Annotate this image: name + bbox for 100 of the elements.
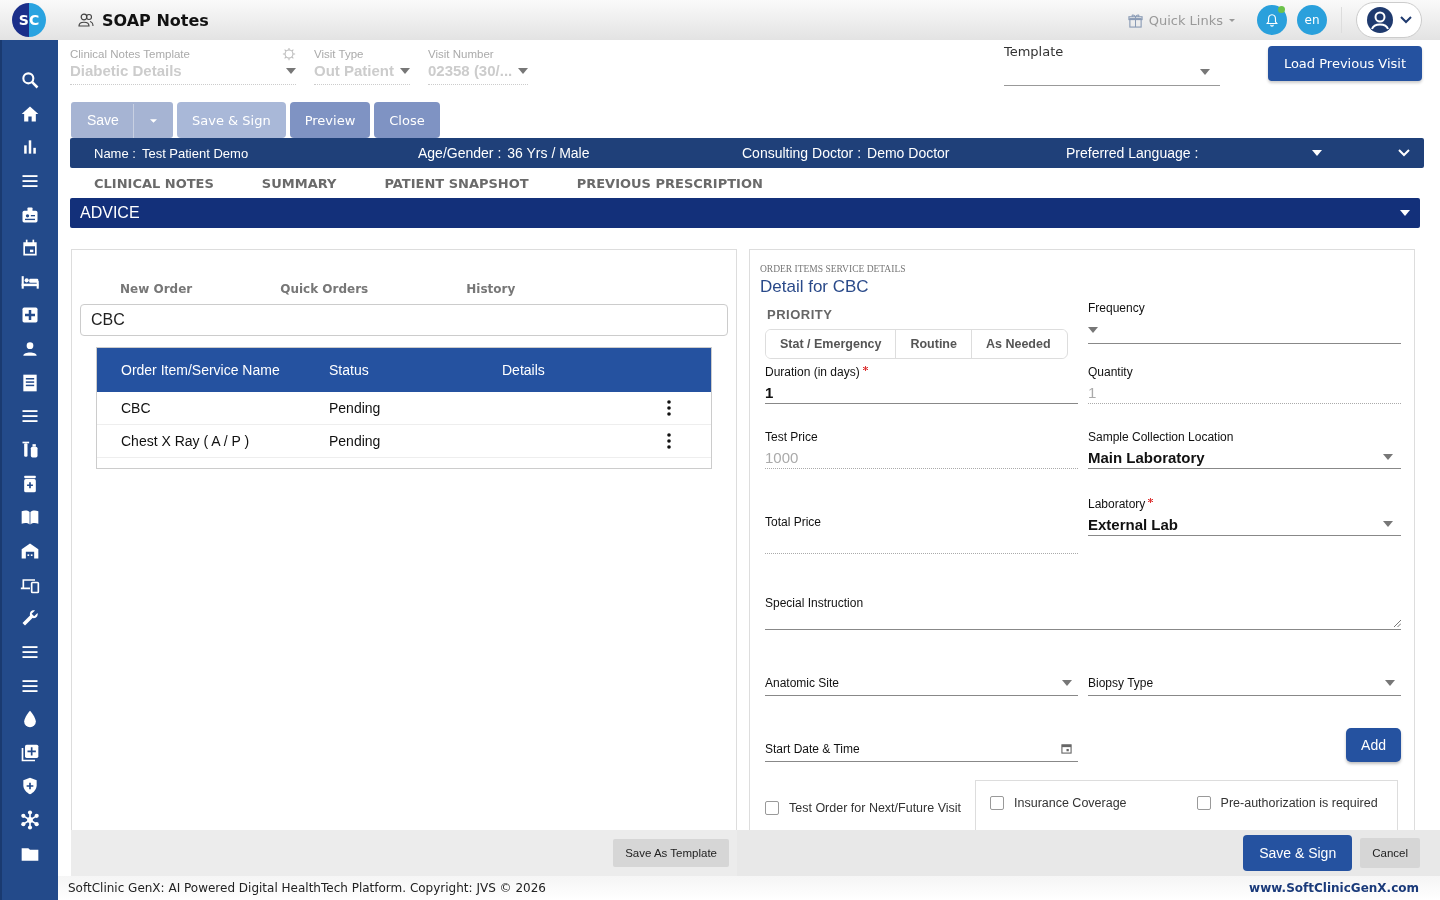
select-field[interactable]: Biopsy Type <box>1088 670 1401 696</box>
field-label: Total Price <box>765 515 822 529</box>
date-field[interactable]: Start Date & Time <box>765 736 1078 762</box>
caret-icon <box>400 67 410 74</box>
tab[interactable]: History <box>466 282 516 296</box>
add-button[interactable]: Add <box>1346 728 1401 762</box>
cancel-button[interactable]: Cancel <box>1360 838 1420 868</box>
field-label: Biopsy Type <box>1088 675 1154 690</box>
caret-icon <box>1312 150 1322 156</box>
field-label: Visit Number <box>428 48 494 60</box>
table-cell-text: CBC <box>120 400 152 416</box>
chevron-down-icon[interactable] <box>1398 149 1410 157</box>
vials-icon[interactable] <box>20 440 40 461</box>
column-header: Order Item/Service Name <box>120 362 281 378</box>
field-label: Template <box>1003 44 1064 59</box>
search-icon[interactable] <box>20 70 40 90</box>
network-icon[interactable] <box>20 810 40 831</box>
shield-icon[interactable] <box>20 776 40 797</box>
tab[interactable]: PATIENT SNAPSHOT <box>384 175 529 191</box>
column-header: Status <box>328 362 370 378</box>
field-label: Duration (in days) <box>765 365 860 379</box>
caret-icon <box>150 119 157 123</box>
section-header[interactable]: ADVICE <box>70 198 1420 228</box>
tab[interactable]: SUMMARY <box>261 175 337 191</box>
chevron-down-icon <box>1400 16 1412 24</box>
tab[interactable]: PREVIOUS PRESCRIPTION <box>576 175 763 191</box>
patient-info: Age/Gender : <box>418 145 502 161</box>
checkbox[interactable] <box>990 796 1004 810</box>
field-label: Start Date & Time <box>765 741 860 756</box>
more-icon[interactable] <box>667 433 671 449</box>
patient-info-value: 36 Yrs / Male <box>507 145 590 161</box>
more-icon[interactable] <box>667 400 671 416</box>
resize-handle-icon[interactable] <box>1393 619 1401 627</box>
patient-info: Preferred Language : <box>1066 145 1199 161</box>
search-field[interactable]: CBC <box>80 304 728 336</box>
field-value: Main Laboratory <box>1088 448 1205 466</box>
field-label: Special Instruction <box>765 596 864 610</box>
section-title: ADVICE <box>80 204 140 222</box>
patient-info: Consulting Doctor : <box>742 145 862 161</box>
priority-label: PRIORITY <box>767 307 834 322</box>
notification-button[interactable] <box>1257 5 1287 35</box>
field-label: Quantity <box>1088 365 1133 379</box>
select-field[interactable]: Sample Collection Location Main Laboratory <box>1088 430 1401 469</box>
field-value: 1000 <box>765 448 799 466</box>
checkbox[interactable] <box>1196 796 1211 810</box>
text-area[interactable]: Special Instruction <box>765 596 1401 630</box>
caret-icon <box>1062 679 1072 686</box>
checkbox[interactable] <box>765 801 779 815</box>
template-select[interactable]: Template <box>1003 44 1220 86</box>
select-field[interactable]: Anatomic Site <box>765 670 1078 696</box>
website-link[interactable]: www.SoftClinicGenX.com <box>1249 881 1419 895</box>
caret-icon <box>1088 327 1098 333</box>
button-label: Save <box>86 111 120 130</box>
document-icon[interactable] <box>20 372 40 393</box>
input-field[interactable]: Duration (in days) 1 <box>765 365 1078 404</box>
priority-option[interactable]: Stat / Emergency <box>766 330 897 358</box>
field-label: Laboratory <box>1088 497 1146 511</box>
column-header: Details <box>501 362 545 378</box>
field-label: Visit Type <box>314 48 364 60</box>
unread-dot <box>1278 6 1285 13</box>
select-field[interactable]: Laboratory External Lab <box>1088 497 1401 536</box>
page-title: SOAP Notes <box>102 10 209 30</box>
panel-title: Detail for CBC <box>760 277 870 297</box>
field-label: Test Price <box>765 430 818 444</box>
caret-icon <box>1199 69 1210 75</box>
add-copy-icon[interactable] <box>20 742 40 763</box>
copyright-text: SoftClinic GenX: AI Powered Digital HealthTech Platform. Copyright: JVS © 2026 <box>68 881 546 895</box>
field-label: Sample Collection Location <box>1088 430 1234 444</box>
people-icon <box>78 13 94 27</box>
language-select[interactable] <box>1312 150 1322 156</box>
patient-info-value: Test Patient Demo <box>141 145 249 161</box>
field-value: 1 <box>765 383 774 401</box>
tab[interactable]: CLINICAL NOTES <box>94 175 214 191</box>
plus-square-icon[interactable] <box>20 305 40 326</box>
gift-icon <box>1127 12 1143 28</box>
table-cell-text: Chest X Ray ( A / P ) <box>120 433 251 449</box>
caret-icon <box>1383 521 1393 527</box>
field-label: Anatomic Site <box>765 675 840 690</box>
tab[interactable]: Quick Orders <box>280 282 369 296</box>
save-and-sign-button[interactable]: Save & Sign <box>1243 835 1353 871</box>
select-field[interactable]: Frequency <box>1088 301 1401 344</box>
patient-info-value: Demo Doctor <box>867 145 950 161</box>
field-label: Frequency <box>1088 301 1145 315</box>
calendar-icon[interactable] <box>20 238 40 259</box>
field-value: External Lab <box>1088 515 1179 533</box>
load-previous-visit-button[interactable]: Load Previous Visit <box>1267 46 1422 81</box>
calendar-icon[interactable] <box>1061 743 1072 754</box>
profile-menu-button[interactable] <box>1356 2 1422 38</box>
field-label: Clinical Notes Template <box>70 48 190 60</box>
patient-info: Name : <box>94 145 136 161</box>
caret-icon <box>1400 210 1410 216</box>
save-as-template-button[interactable]: Save As Template <box>613 839 729 867</box>
field-value: 1 <box>1088 383 1097 401</box>
checkbox-label: Pre-authorization is required <box>1220 796 1378 810</box>
checkbox-label: Test Order for Next/Future Visit <box>789 801 962 815</box>
caret-icon <box>1229 18 1235 22</box>
caret-icon <box>518 67 528 74</box>
table-cell-text: Pending <box>328 400 382 416</box>
tab[interactable]: New Order <box>120 282 193 296</box>
logo[interactable]: SC <box>12 3 46 37</box>
